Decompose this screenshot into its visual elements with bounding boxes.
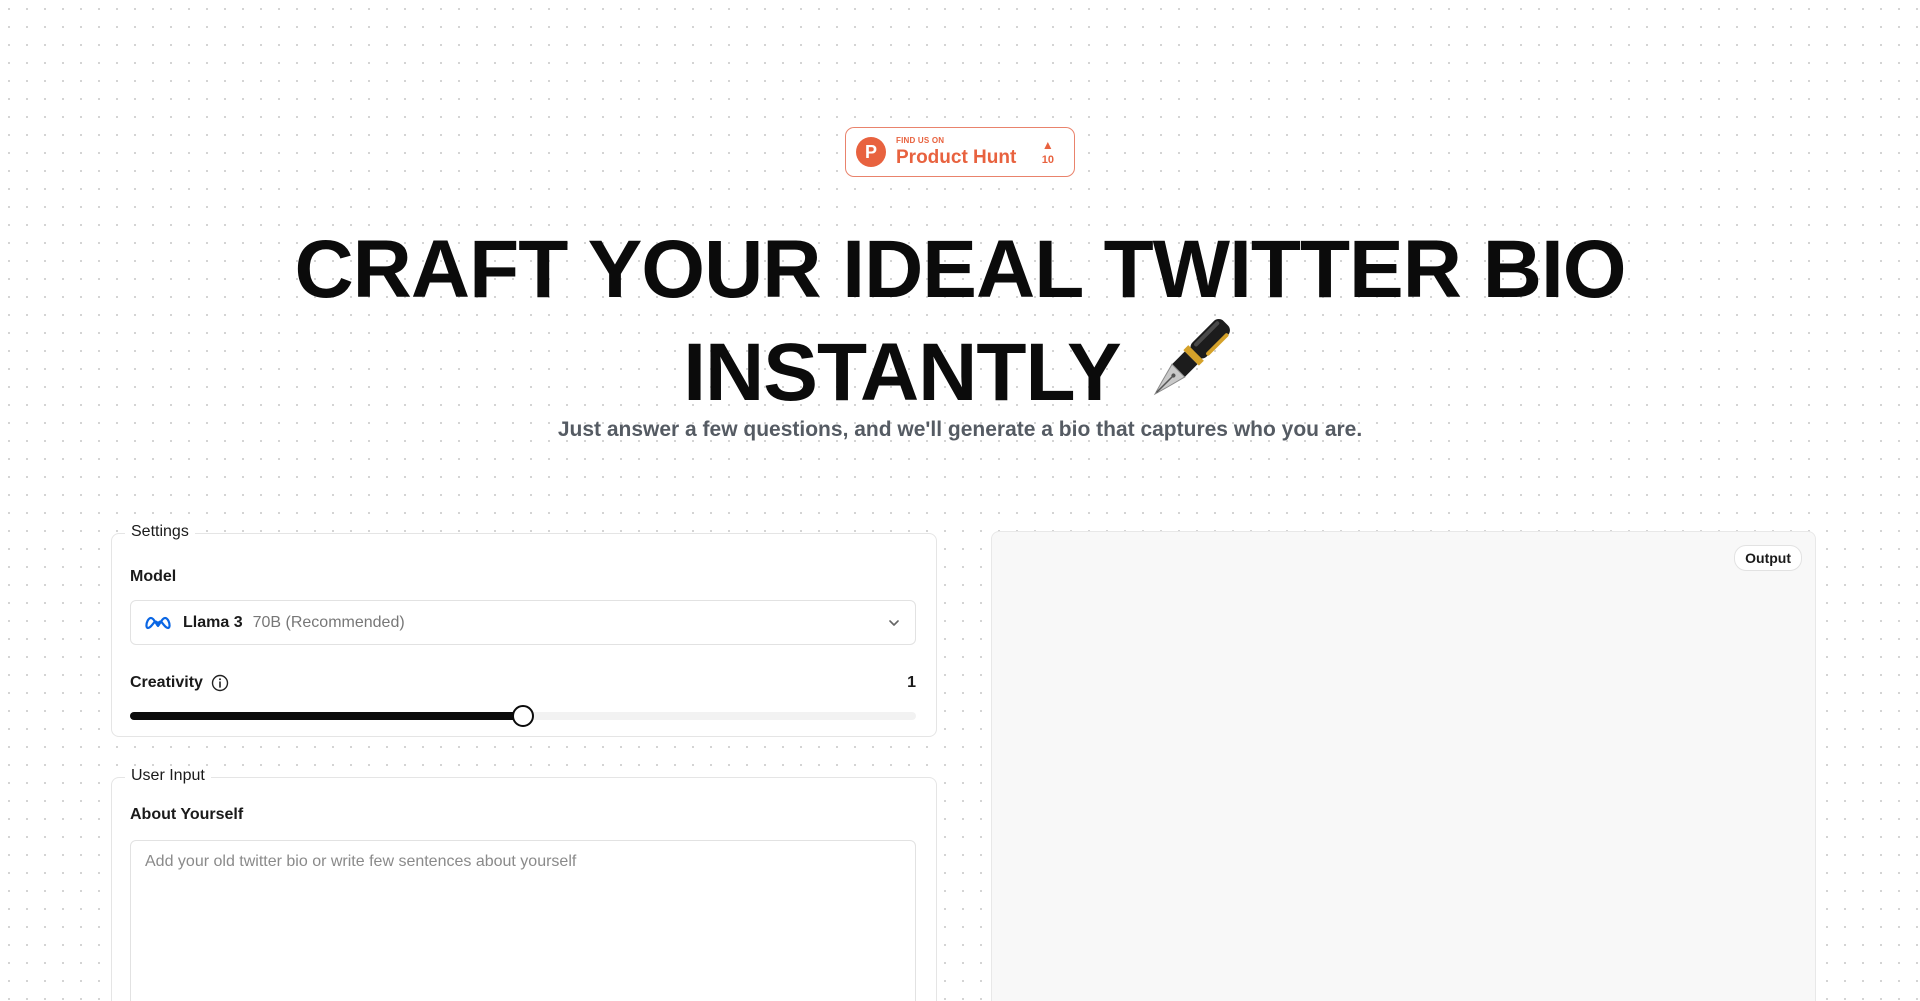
creativity-row: Creativity 1 <box>130 674 916 692</box>
model-label: Model <box>130 568 177 585</box>
model-name: Llama 3 <box>183 613 243 631</box>
output-badge: Output <box>1734 545 1802 571</box>
settings-legend: Settings <box>125 523 195 541</box>
page-title-line-2-text: INSTANTLY <box>683 327 1121 418</box>
user-input-legend: User Input <box>125 767 211 785</box>
about-yourself-label: About Yourself <box>130 806 244 823</box>
product-hunt-name: Product Hunt <box>896 147 1017 168</box>
chevron-down-icon <box>889 619 899 626</box>
upvote-arrow-icon: ▲ <box>1041 137 1054 152</box>
product-hunt-badge[interactable]: P FIND US ON Product Hunt ▲ 10 <box>845 127 1075 177</box>
model-select[interactable]: Llama 3 70B (Recommended) <box>130 600 916 645</box>
creativity-slider-thumb[interactable] <box>512 705 534 727</box>
meta-icon <box>145 616 171 629</box>
creativity-slider-fill <box>130 712 523 720</box>
fountain-pen-icon <box>1141 312 1237 423</box>
product-hunt-logo-icon: P <box>856 137 886 167</box>
page-title: CRAFT YOUR IDEAL TWITTER BIO INSTANTLY <box>0 228 1920 423</box>
settings-panel: Settings Model Llama 3 70B (Recommended)… <box>111 523 937 737</box>
output-panel: Output <box>991 531 1816 1001</box>
info-icon[interactable] <box>211 674 229 692</box>
creativity-value: 1 <box>907 674 916 691</box>
product-hunt-caption: FIND US ON <box>896 136 945 145</box>
creativity-slider[interactable] <box>130 705 916 727</box>
creativity-label: Creativity <box>130 674 203 691</box>
user-input-panel: User Input About Yourself <box>111 767 937 1001</box>
model-variant: 70B (Recommended) <box>252 613 405 631</box>
product-hunt-text: FIND US ON Product Hunt <box>896 136 1017 168</box>
page-title-line-1: CRAFT YOUR IDEAL TWITTER BIO <box>294 224 1626 315</box>
product-hunt-votes: ▲ 10 <box>1042 139 1054 166</box>
page-subtitle: Just answer a few questions, and we'll g… <box>557 418 1363 441</box>
page-title-line-2: INSTANTLY <box>0 312 1920 423</box>
about-yourself-textarea[interactable] <box>130 840 916 1001</box>
upvote-count: 10 <box>1041 153 1054 166</box>
